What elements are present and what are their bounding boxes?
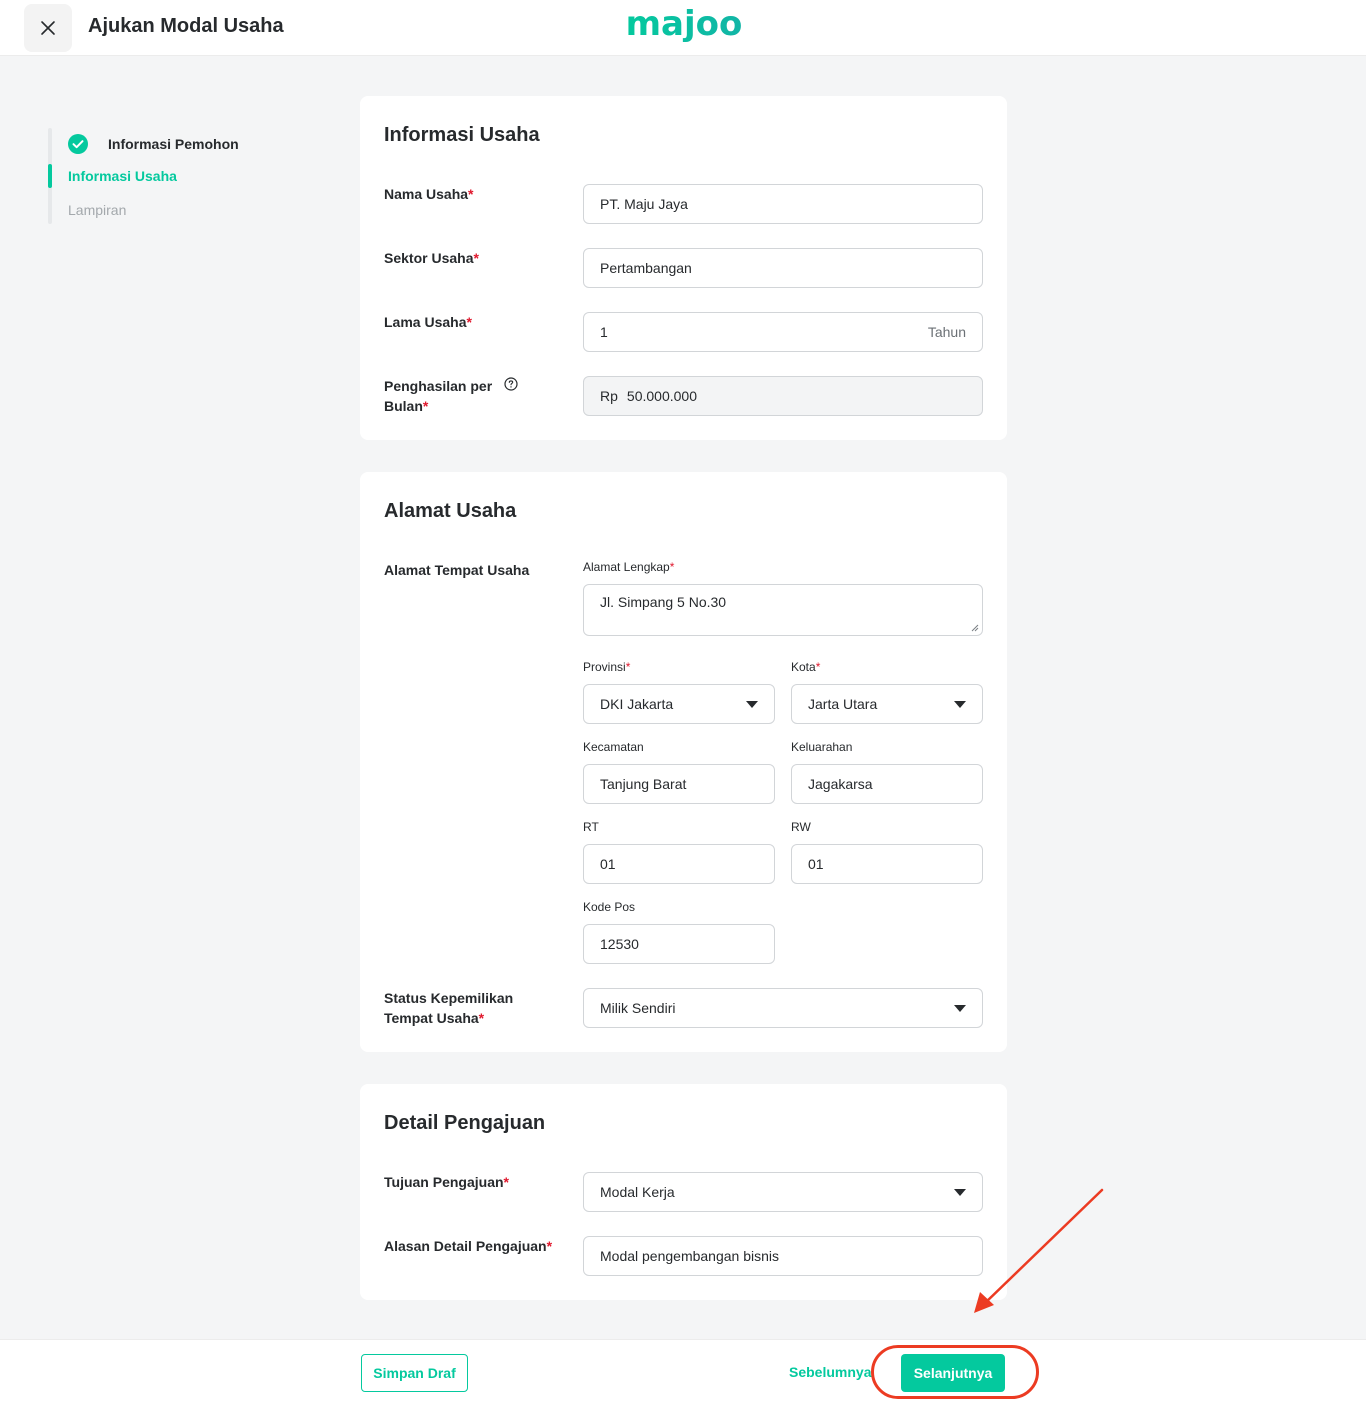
provinsi-select[interactable]: DKI Jakarta <box>583 684 775 724</box>
previous-button[interactable]: Sebelumnya <box>789 1364 871 1380</box>
page-title: Ajukan Modal Usaha <box>88 15 284 37</box>
close-icon <box>41 21 55 35</box>
rt-label: RT <box>583 820 599 834</box>
section-title: Informasi Usaha <box>384 124 540 146</box>
next-button[interactable]: Selanjutnya <box>901 1354 1005 1392</box>
penghasilan-label: Penghasilan per Bulan* <box>384 378 493 414</box>
close-button[interactable] <box>24 4 72 52</box>
status-kepemilikan-select[interactable]: Milik Sendiri <box>583 988 983 1028</box>
kecamatan-input[interactable]: Tanjung Barat <box>583 764 775 804</box>
alamat-lengkap-label: Alamat Lengkap* <box>583 560 675 574</box>
kode-pos-label: Kode Pos <box>583 900 636 914</box>
kota-select[interactable]: Jarta Utara <box>791 684 983 724</box>
rw-input[interactable]: 01 <box>791 844 983 884</box>
check-circle-icon <box>68 134 88 154</box>
kecamatan-label: Kecamatan <box>583 740 644 754</box>
lama-usaha-label: Lama Usaha* <box>384 314 472 330</box>
card-informasi-usaha: Informasi Usaha Nama Usaha* PT. Maju Jay… <box>360 96 1007 440</box>
sektor-usaha-label: Sektor Usaha* <box>384 250 479 266</box>
card-detail-pengajuan: Detail Pengajuan Tujuan Pengajuan* Modal… <box>360 1084 1007 1300</box>
tujuan-pengajuan-select[interactable]: Modal Kerja <box>583 1172 983 1212</box>
lama-usaha-input[interactable]: 1 Tahun <box>583 312 983 352</box>
keluarahan-input[interactable]: Jagakarsa <box>791 764 983 804</box>
alamat-lengkap-textarea[interactable]: Jl. Simpang 5 No.30 <box>583 584 983 636</box>
step-informasi-usaha[interactable]: Informasi Usaha <box>68 168 177 184</box>
alasan-pengajuan-input[interactable]: Modal pengembangan bisnis <box>583 1236 983 1276</box>
help-icon[interactable] <box>504 377 518 391</box>
caret-down-icon <box>954 1188 966 1196</box>
sektor-usaha-input[interactable]: Pertambangan <box>583 248 983 288</box>
step-label: Informasi Pemohon <box>108 136 239 152</box>
alamat-tempat-usaha-label: Alamat Tempat Usaha <box>384 562 530 578</box>
status-kepemilikan-label: Status Kepemilikan Tempat Usaha* <box>384 990 514 1026</box>
section-title: Detail Pengajuan <box>384 1112 546 1134</box>
kode-pos-input[interactable]: 12530 <box>583 924 775 964</box>
rt-input[interactable]: 01 <box>583 844 775 884</box>
section-title: Alamat Usaha <box>384 500 517 522</box>
resize-grip-icon[interactable] <box>971 624 979 632</box>
step-informasi-pemohon[interactable]: Informasi Pemohon <box>68 134 239 154</box>
majoo-logo: majoo <box>626 6 743 44</box>
stepper-active-indicator <box>48 164 52 188</box>
nama-usaha-input[interactable]: PT. Maju Jaya <box>583 184 983 224</box>
alasan-pengajuan-label: Alasan Detail Pengajuan* <box>384 1238 553 1254</box>
step-lampiran[interactable]: Lampiran <box>68 202 126 218</box>
card-alamat-usaha: Alamat Usaha Alamat Tempat Usaha Alamat … <box>360 472 1007 1052</box>
penghasilan-input[interactable]: Rp 50.000.000 <box>583 376 983 416</box>
kota-label: Kota* <box>791 660 821 674</box>
nama-usaha-label: Nama Usaha* <box>384 186 474 202</box>
footer-bar: Simpan Draf Sebelumnya Selanjutnya <box>0 1339 1366 1404</box>
save-draft-button[interactable]: Simpan Draf <box>361 1354 468 1392</box>
lama-usaha-suffix: Tahun <box>927 324 966 340</box>
caret-down-icon <box>954 1004 966 1012</box>
tujuan-pengajuan-label: Tujuan Pengajuan* <box>384 1174 509 1190</box>
currency-prefix: Rp <box>600 388 618 404</box>
top-bar: Ajukan Modal Usaha majoo <box>0 0 1366 56</box>
logo-text: majoo <box>626 6 743 44</box>
caret-down-icon <box>954 700 966 708</box>
keluarahan-label: Keluarahan <box>791 740 853 754</box>
rw-label: RW <box>791 820 811 834</box>
caret-down-icon <box>746 700 758 708</box>
provinsi-label: Provinsi* <box>583 660 631 674</box>
